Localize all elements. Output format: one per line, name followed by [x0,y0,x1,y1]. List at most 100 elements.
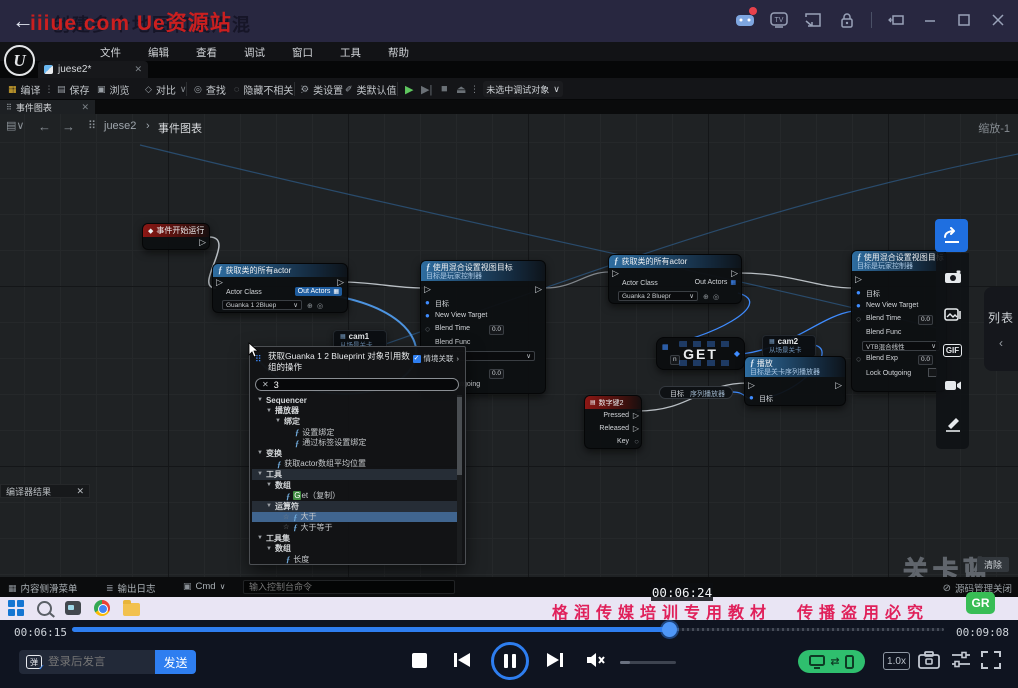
image-icon[interactable] [944,307,962,322]
content-drawer-button[interactable]: ▦内容侧滑菜单 [8,581,78,595]
action-category[interactable]: ▼工具集 [252,533,458,544]
share-button[interactable] [935,219,968,252]
menu-edit[interactable]: 编辑 [148,45,169,60]
chat-input[interactable] [48,656,148,668]
action-category[interactable]: ▼绑定 [252,416,458,427]
pen-icon[interactable] [944,415,962,432]
exec-in-pin[interactable]: ▷ [216,278,223,287]
action-category[interactable]: ▼Sequencer [252,395,458,406]
exec-out-pin[interactable]: ▷ [337,278,344,287]
actor-class-dropdown[interactable]: Guanka 1 2Bluep∨ [222,300,302,310]
menu-view[interactable]: 查看 [196,45,217,60]
tab-close-icon[interactable]: ✕ [134,64,142,75]
console-command-input[interactable] [243,580,455,594]
action-menu-item[interactable]: ☆ƒ大于 [252,512,458,523]
nav-back-icon[interactable]: ← [38,119,51,134]
taskbar-search-icon[interactable] [37,601,52,616]
tv-icon[interactable]: TV [769,10,789,30]
action-menu-item[interactable]: ƒ获取actor数组平均位置 [252,459,458,470]
close-button[interactable] [988,10,1008,30]
node-get-all-actors-2[interactable]: ƒ获取类的所有actor ▷ ▷ Actor Class Out Actors▦… [608,254,742,304]
node-play[interactable]: ƒ 播放 目标是关卡序列播放器 ▷ ▷ ●目标 [744,356,846,406]
clear-search-icon[interactable]: ✕ [262,381,269,389]
diff-button[interactable]: ◇对比∨ [145,81,187,97]
menu-help[interactable]: 帮助 [388,45,409,60]
pause-button[interactable] [491,642,529,680]
action-menu-item[interactable]: ƒGet（复制） [252,490,458,501]
action-menu-item[interactable]: ☆ƒ大于等于 [252,522,458,533]
taskbar-app-icon[interactable] [65,601,81,615]
progress-knob[interactable] [662,622,677,637]
maximize-button[interactable] [954,10,974,30]
blend-func-dropdown-2[interactable]: VTB混合线性∨ [862,341,940,351]
browse-button[interactable]: ▣浏览 [97,81,130,97]
frame-skip-button[interactable]: ▶| [421,81,432,97]
action-category[interactable]: ▼播放器 [252,406,458,417]
action-menu-item[interactable]: ƒ设置绑定 [252,427,458,438]
action-category[interactable]: ▼变换 [252,448,458,459]
action-category[interactable]: ▼数组 [252,480,458,491]
save-button[interactable]: ▤保存 [57,81,90,97]
play-button[interactable]: ▶ [405,81,413,97]
playback-speed-button[interactable]: 1.0x [883,652,910,670]
class-defaults-button[interactable]: ✐类默认值 [345,81,397,97]
stop-button[interactable] [412,653,427,668]
play-options-kebab[interactable]: ⋮ [470,81,479,97]
gamepad-icon[interactable] [735,10,755,30]
node-get-all-actors-1[interactable]: ƒ获取类的所有actor ▷ ▷ Actor Class Out Actors▦… [212,263,348,313]
node-key-2-event[interactable]: ▤数字键2 Pressed▷ Released▷ Key○ [584,395,642,449]
compile-button[interactable]: ▦编译⋮ [8,81,54,97]
video-camera-icon[interactable] [944,379,962,392]
mini-window-icon[interactable] [886,10,906,30]
tab-event-graph[interactable]: ⠿ 事件图表 ✕ [0,100,95,114]
chrome-icon[interactable] [94,600,110,616]
action-list-scrollbar[interactable] [457,395,462,563]
action-search-input[interactable] [274,380,452,390]
send-button[interactable]: 发送 [155,650,196,674]
action-menu-item[interactable]: ƒ通过标签设置绑定 [252,437,458,448]
compiler-tab-close-icon[interactable]: ✕ [76,486,84,497]
node-target-pill[interactable]: 目标 序列播放器 [659,386,733,399]
eject-button[interactable]: ⏏ [456,81,466,97]
file-explorer-icon[interactable] [123,603,140,616]
class-settings-button[interactable]: ⚙类设置 [301,81,343,97]
node-event-begin-play[interactable]: ◆事件开始运行 ▷ [142,223,210,250]
screenshot-camera-icon[interactable] [944,270,962,284]
lock-icon[interactable] [837,10,857,30]
chat-input-box[interactable]: 弹 [19,650,155,674]
settings-sliders-icon[interactable] [950,651,972,669]
stop-button-toolbar[interactable]: ■ [441,81,448,97]
snapshot-button[interactable] [918,651,940,669]
asset-tab-juese2[interactable]: juese2* ✕ [38,61,148,78]
actor-class-dropdown-2[interactable]: Guanka 2 Bluepr∨ [618,291,698,301]
minimize-button[interactable] [920,10,940,30]
event-graph-canvas[interactable]: ▤∨ ← → ⠿ juese2 › 事件图表 缩放-1 ◆事件开始运行 [0,114,1018,577]
bookmark-icon[interactable]: ▤∨ [6,119,24,132]
breadcrumb-root[interactable]: juese2 [104,120,136,132]
node-cam2-reference[interactable]: ▦cam2 从场景关卡 [762,335,816,358]
list-panel-tab[interactable]: 列表 ‹ [984,287,1018,371]
debug-object-dropdown[interactable]: 未选中调试对象∨ [483,81,563,97]
menu-window[interactable]: 窗口 [292,45,313,60]
fullscreen-button[interactable] [981,651,1001,669]
volume-slider[interactable] [620,661,676,664]
progress-bar[interactable] [72,627,944,632]
previous-button[interactable] [452,651,472,669]
cmd-dropdown[interactable]: ▣Cmd∨ [183,581,225,592]
action-category[interactable]: ▼数组 [252,543,458,554]
action-search-box[interactable]: ✕ [255,378,459,391]
menu-tools[interactable]: 工具 [340,45,361,60]
mute-icon[interactable] [585,651,607,669]
compiler-results-tab[interactable]: 编译器结果✕ [0,484,90,498]
node-set-view-target-2[interactable]: ƒ 使用混合设置视图目标 目标是玩家控制器 ▷ ●目标 ●New View Ta… [851,250,947,392]
hide-unrelated-button[interactable]: ◌隐藏不相关⋮ [234,81,306,97]
action-menu-item[interactable]: ƒ长度 [252,554,458,564]
gif-icon[interactable]: GIF [943,344,962,357]
node-array-get[interactable]: ▦ n GET ◆ [656,337,745,370]
graph-tab-close-icon[interactable]: ✕ [81,102,89,113]
action-category[interactable]: ▼工具 [252,469,458,480]
out-actors-pin[interactable]: Out Actors▦ [295,287,342,296]
clear-button[interactable]: 清除 [977,557,1009,572]
menu-file[interactable]: 文件 [100,45,121,60]
windows-start-icon[interactable] [8,600,24,616]
